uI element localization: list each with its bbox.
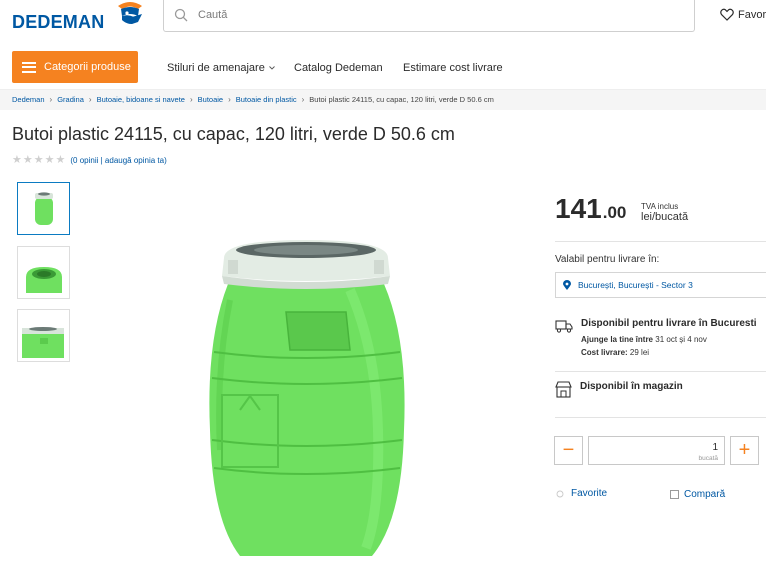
heart-icon [720,8,734,21]
price-unit: lei/bucată [641,211,689,223]
store-availability: Disponibil în magazin [555,381,683,398]
breadcrumb-item[interactable]: Butoaie, bidoane si navete [97,95,185,104]
search-bar[interactable] [163,0,695,32]
nav-delivery-estimate-link[interactable]: Estimare cost livrare [403,62,503,74]
compare-checkbox[interactable] [670,490,679,499]
compare-label: Compară [684,489,726,500]
product-title: Butoi plastic 24115, cu capac, 120 litri… [12,124,455,144]
price-integer: 141 [555,193,602,224]
chevron-right-icon: › [301,95,305,104]
vat-note: TVA inclus [641,202,679,211]
favorites-header-link[interactable]: Favor [720,8,766,21]
breadcrumb-bar: Dedeman › Gradina › Butoaie, bidoane si … [0,90,766,110]
rating: ★ ★ ★ ★ ★ (0 opinii | adaugă opinia ta) [12,155,167,166]
map-pin-icon [563,280,571,290]
delivery-valid-label: Valabil pentru livrare în: [555,254,660,265]
header: DEDEMAN Favor [0,0,766,46]
menu-icon [22,61,36,73]
star-icon: ★ [12,154,22,166]
price-decimal: .00 [602,203,627,222]
favorites-header-label: Favor [738,8,766,21]
search-icon[interactable] [174,8,188,22]
chevron-down-icon [269,66,275,70]
truck-icon [555,320,573,333]
nav-styles-label: Stiluri de amenajare [167,62,265,74]
search-input[interactable] [198,6,678,24]
quantity-decrease-button[interactable]: − [554,436,583,465]
delivery-cost-label: Cost livrare: [581,348,628,357]
dedeman-logo[interactable]: DEDEMAN [12,2,142,34]
star-icon: ★ [22,154,33,166]
delivery-arrival-label: Ajunge la tine între [581,335,654,344]
location-text: București, București - Sector 3 [578,280,693,290]
compare-toggle[interactable]: Compară [670,489,725,500]
main-nav: Categorii produse Stiluri de amenajare C… [0,46,766,90]
delivery-cost-value: 29 lei [629,348,650,357]
chevron-right-icon: › [228,95,231,104]
divider [555,371,766,372]
thumbnail-top[interactable] [17,246,70,299]
quantity-unit: bucată [698,455,718,462]
star-icon: ★ [33,154,44,166]
favorites-label: Favorite [571,488,608,499]
nav-styles-link[interactable]: Stiluri de amenajare [167,62,275,74]
price: 141 .00 [555,195,626,223]
chevron-right-icon: › [189,95,193,104]
divider [555,417,766,418]
categories-label: Categorii produse [44,61,131,73]
thumbnail-side[interactable] [17,309,70,362]
delivery-arrival-value: 31 oct și 4 nov [655,335,707,344]
delivery-availability: Disponibil pentru livrare în Bucuresti A… [555,318,757,357]
thumbnail-front[interactable] [17,182,70,235]
breadcrumb-item[interactable]: Butoaie din plastic [236,95,297,104]
logo-text: DEDEMAN [12,12,105,32]
quantity-field[interactable]: 1 bucată [588,436,725,465]
heart-icon [556,490,564,497]
location-selector[interactable]: București, București - Sector 3 [555,272,766,298]
star-icon: ★ [44,154,55,166]
breadcrumb-item[interactable]: Dedeman [12,95,45,104]
store-icon [555,381,572,398]
mascot-logo-icon [118,2,142,24]
delivery-title: Disponibil pentru livrare în Bucuresti [581,318,757,329]
breadcrumb-item[interactable]: Gradina [57,95,84,104]
chevron-right-icon: › [49,95,53,104]
delivery-arrival: Ajunge la tine între 31 oct și 4 nov [581,335,757,344]
breadcrumb: Dedeman › Gradina › Butoaie, bidoane si … [12,95,494,104]
categories-button[interactable]: Categorii produse [12,51,138,83]
store-title: Disponibil în magazin [580,381,683,392]
product-main-image[interactable] [200,230,412,570]
star-icon: ★ [55,154,66,166]
quantity-increase-button[interactable]: + [730,436,759,465]
quantity-value[interactable]: 1 [712,442,718,453]
breadcrumb-current: Butoi plastic 24115, cu capac, 120 litri… [309,95,494,104]
add-to-favorites-link[interactable]: Favorite [556,488,607,499]
divider [555,241,766,242]
breadcrumb-item[interactable]: Butoaie [198,95,223,104]
nav-catalog-link[interactable]: Catalog Dedeman [294,62,383,74]
reviews-link[interactable]: (0 opinii | adaugă opinia ta) [70,156,166,165]
chevron-right-icon: › [88,95,92,104]
delivery-cost: Cost livrare: 29 lei [581,348,757,357]
